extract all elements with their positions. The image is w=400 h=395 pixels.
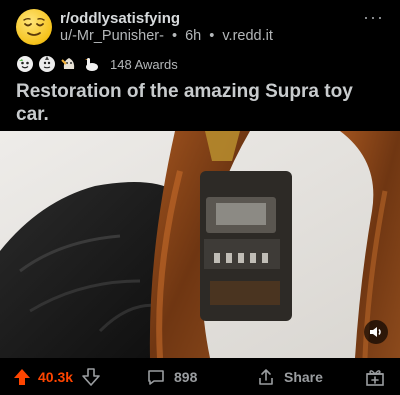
post-domain[interactable]: v.redd.it bbox=[222, 28, 273, 44]
video-player[interactable] bbox=[0, 131, 400, 358]
meta-separator: • bbox=[209, 28, 215, 44]
meta-separator: • bbox=[171, 28, 178, 44]
upvote-arrow-icon[interactable] bbox=[12, 367, 32, 387]
awards-count: 148 Awards bbox=[110, 56, 178, 72]
post-header: r/oddlysatisfying u/-Mr_Punisher- • 6h •… bbox=[0, 0, 400, 54]
post-meta: u/-Mr_Punisher- • 6h • v.redd.it bbox=[60, 28, 273, 44]
goose-award-icon bbox=[82, 55, 100, 73]
vote-score: 40.3k bbox=[38, 368, 74, 385]
rocket-award-icon bbox=[38, 55, 56, 73]
subreddit-name[interactable]: r/oddlysatisfying bbox=[60, 10, 180, 27]
speaker-icon bbox=[370, 327, 381, 337]
audio-toggle-button[interactable] bbox=[364, 320, 388, 344]
comments-button[interactable]: 898 bbox=[146, 358, 197, 395]
share-icon bbox=[259, 368, 273, 385]
downvote-arrow-icon[interactable] bbox=[81, 367, 101, 387]
share-button[interactable]: Share bbox=[256, 358, 323, 395]
gift-award-icon bbox=[366, 369, 384, 386]
more-options-button[interactable]: ··· bbox=[363, 8, 384, 26]
share-label: Share bbox=[284, 368, 323, 385]
wholesome-award-icon bbox=[16, 55, 34, 73]
relieved-face-icon bbox=[23, 17, 45, 36]
author-link[interactable]: u/-Mr_Punisher- bbox=[60, 28, 164, 44]
post-age: 6h bbox=[185, 28, 202, 44]
hugz-award-icon bbox=[60, 55, 78, 73]
post-title[interactable]: Restoration of the amazing Supra toy car… bbox=[16, 80, 388, 126]
vote-group: 40.3k bbox=[12, 358, 101, 395]
video-frame bbox=[0, 131, 400, 358]
post-action-bar: 40.3k 898 Share bbox=[0, 358, 400, 395]
comment-bubble-icon bbox=[148, 369, 164, 385]
awards-row[interactable]: 148 Awards bbox=[16, 54, 178, 74]
subreddit-avatar[interactable] bbox=[16, 9, 52, 45]
comments-count: 898 bbox=[174, 368, 198, 385]
give-award-button[interactable] bbox=[364, 358, 386, 395]
